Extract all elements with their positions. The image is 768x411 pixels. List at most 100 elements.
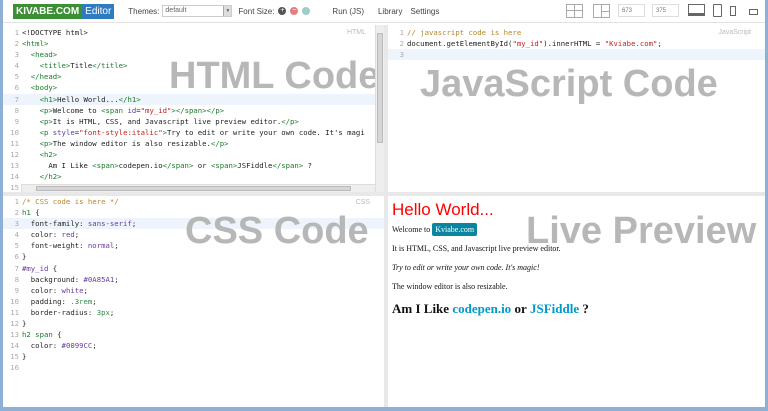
- code-line[interactable]: 14 </h2>: [3, 171, 384, 182]
- code-token: ;: [92, 296, 97, 306]
- code-line[interactable]: 12 <h2>: [3, 149, 384, 160]
- phone-icon[interactable]: [730, 6, 736, 16]
- css-editor[interactable]: 1/* CSS code is here */2 h1 {3 font-famil…: [3, 196, 384, 407]
- line-number: 6: [14, 252, 19, 262]
- horizontal-scrollbar[interactable]: [21, 184, 375, 192]
- code-token: /* CSS code is here */: [22, 197, 119, 206]
- chevron-down-icon: ▼: [223, 6, 232, 16]
- layout-split-icon[interactable]: [593, 4, 610, 18]
- line-number: 15: [10, 352, 19, 362]
- code-token: Welcome to: [52, 105, 102, 115]
- line-number: 7: [14, 94, 19, 104]
- code-token: <html>: [22, 39, 49, 49]
- code-line[interactable]: 6}: [3, 251, 384, 262]
- code-token: ;: [657, 39, 662, 49]
- code-line[interactable]: 13 h2 span {: [3, 329, 384, 340]
- h2-jsfiddle: JSFiddle: [529, 301, 580, 316]
- line-number: 4: [14, 61, 19, 71]
- js-editor[interactable]: 1// javascript code is here 2 document.get…: [388, 25, 765, 192]
- code-line[interactable]: 8 <p>Welcome to <span id="my_id"></span>…: [3, 105, 384, 116]
- code-line[interactable]: 11 <p>The window editor is also resizabl…: [3, 138, 384, 149]
- phone-landscape-icon[interactable]: [749, 9, 758, 15]
- height-input[interactable]: 375: [652, 4, 679, 17]
- code-line[interactable]: 10 padding: .3rem;: [3, 296, 384, 307]
- code-token: id: [127, 105, 137, 115]
- code-token: padding:: [22, 296, 71, 306]
- code-line[interactable]: 2 <html>: [3, 38, 384, 49]
- code-line[interactable]: 1/* CSS code is here */: [3, 196, 384, 207]
- settings-button[interactable]: Settings: [410, 7, 439, 16]
- line-number: 2: [14, 39, 19, 49]
- code-line[interactable]: 3 font-family: sans-serif;: [3, 218, 384, 230]
- code-line[interactable]: 13 Am I Like <span>codepen.io</span> or …: [3, 160, 384, 171]
- code-line[interactable]: 1// javascript code is here: [388, 27, 765, 38]
- code-line[interactable]: 6 <body>: [3, 82, 384, 93]
- font-increase-icon[interactable]: +: [278, 7, 287, 15]
- vertical-scrollbar[interactable]: [375, 25, 384, 192]
- code-line[interactable]: 14 color: #0099CC;: [3, 340, 384, 351]
- code-line[interactable]: 3 <head>: [3, 49, 384, 60]
- html-editor[interactable]: 1 <!DOCTYPE html> 2 <html> 3 <head> 4 <title>…: [3, 25, 384, 192]
- code-line[interactable]: 5 </head>: [3, 71, 384, 82]
- library-button[interactable]: Library: [378, 7, 402, 16]
- code-line[interactable]: 7 #my_id {: [3, 263, 384, 274]
- code-line[interactable]: 2 document.getElementById("my_id").innerH…: [388, 38, 765, 49]
- code-token: font-weight:: [22, 241, 88, 251]
- layout-grid-icon[interactable]: [566, 4, 583, 18]
- code-token: It is HTML, CSS, and Javascript live pre…: [52, 116, 282, 126]
- code-token: "Kviabe.com": [604, 39, 658, 49]
- code-line[interactable]: 4 color: red;: [3, 229, 384, 240]
- theme-select[interactable]: default ▼: [162, 5, 233, 17]
- js-watermark: JavaScript Code: [420, 63, 718, 105]
- code-line[interactable]: 12}: [3, 318, 384, 329]
- code-token: red: [61, 230, 75, 240]
- run-button[interactable]: Run (JS): [332, 7, 364, 16]
- tablet-icon[interactable]: [713, 4, 722, 17]
- line-number: 2: [14, 208, 19, 218]
- code-line[interactable]: 10 <p style="font-style:italic">Try to e…: [3, 127, 384, 138]
- code-token: // javascript code is here: [407, 28, 522, 37]
- code-token: {: [57, 330, 62, 340]
- code-line[interactable]: 8 background: #0A85A1;: [3, 274, 384, 285]
- line-number: 8: [14, 105, 19, 115]
- code-line[interactable]: 4 <title>Title</title>: [3, 60, 384, 71]
- js-code[interactable]: 1// javascript code is here 2 document.get…: [388, 25, 765, 61]
- html-code[interactable]: 1 <!DOCTYPE html> 2 <html> 3 <head> 4 <title>…: [3, 25, 384, 192]
- code-token: 3px: [96, 307, 110, 317]
- code-token: </title>: [92, 61, 128, 71]
- line-number: 1: [14, 197, 19, 206]
- themes-label: Themes:: [128, 6, 160, 16]
- line-number: 10: [10, 127, 19, 137]
- code-line[interactable]: 15}: [3, 351, 384, 362]
- code-line[interactable]: 2 h1 {: [3, 207, 384, 218]
- logo[interactable]: KIVABE.COM Editor: [13, 3, 115, 19]
- code-line[interactable]: 9 color: white;: [3, 285, 384, 296]
- desktop-icon[interactable]: [688, 4, 705, 16]
- code-line[interactable]: 7 <h1>Hello World...</h1>: [3, 93, 384, 105]
- code-line[interactable]: 16: [3, 362, 384, 373]
- h2-codepen: codepen.io: [452, 301, 512, 316]
- code-line[interactable]: 5 font-weight: normal;: [3, 240, 384, 251]
- preview-paragraph: It is HTML, CSS, and Javascript live pre…: [392, 244, 561, 253]
- font-decrease-icon[interactable]: −: [290, 7, 299, 15]
- code-token: ;: [114, 274, 119, 284]
- code-line[interactable]: 3: [388, 49, 765, 61]
- width-input[interactable]: 673: [618, 4, 645, 17]
- preview-badge: Kviabe.com: [432, 223, 478, 236]
- code-token: "font-style:italic": [79, 127, 163, 137]
- code-line[interactable]: 11 border-radius: 3px;: [3, 307, 384, 318]
- toolbar: KIVABE.COM Editor Themes: default ▼ Font S…: [3, 0, 765, 23]
- preview-italic-paragraph: Try to edit or write your own code. It's…: [392, 263, 540, 272]
- code-token: white: [61, 285, 84, 295]
- line-number: 13: [10, 330, 19, 340]
- line-number: 14: [10, 341, 19, 351]
- code-token: {: [35, 208, 40, 218]
- font-reset-icon[interactable]: ·: [302, 7, 311, 15]
- code-line[interactable]: 9 <p>It is HTML, CSS, and Javascript liv…: [3, 116, 384, 127]
- code-line[interactable]: 1 <!DOCTYPE html>: [3, 27, 384, 38]
- css-code[interactable]: 1/* CSS code is here */2 h1 {3 font-famil…: [3, 196, 384, 374]
- code-token: </h2>: [22, 172, 62, 182]
- line-number: 8: [14, 274, 19, 284]
- code-token: <p>: [22, 138, 53, 148]
- code-token: </head>: [22, 72, 62, 82]
